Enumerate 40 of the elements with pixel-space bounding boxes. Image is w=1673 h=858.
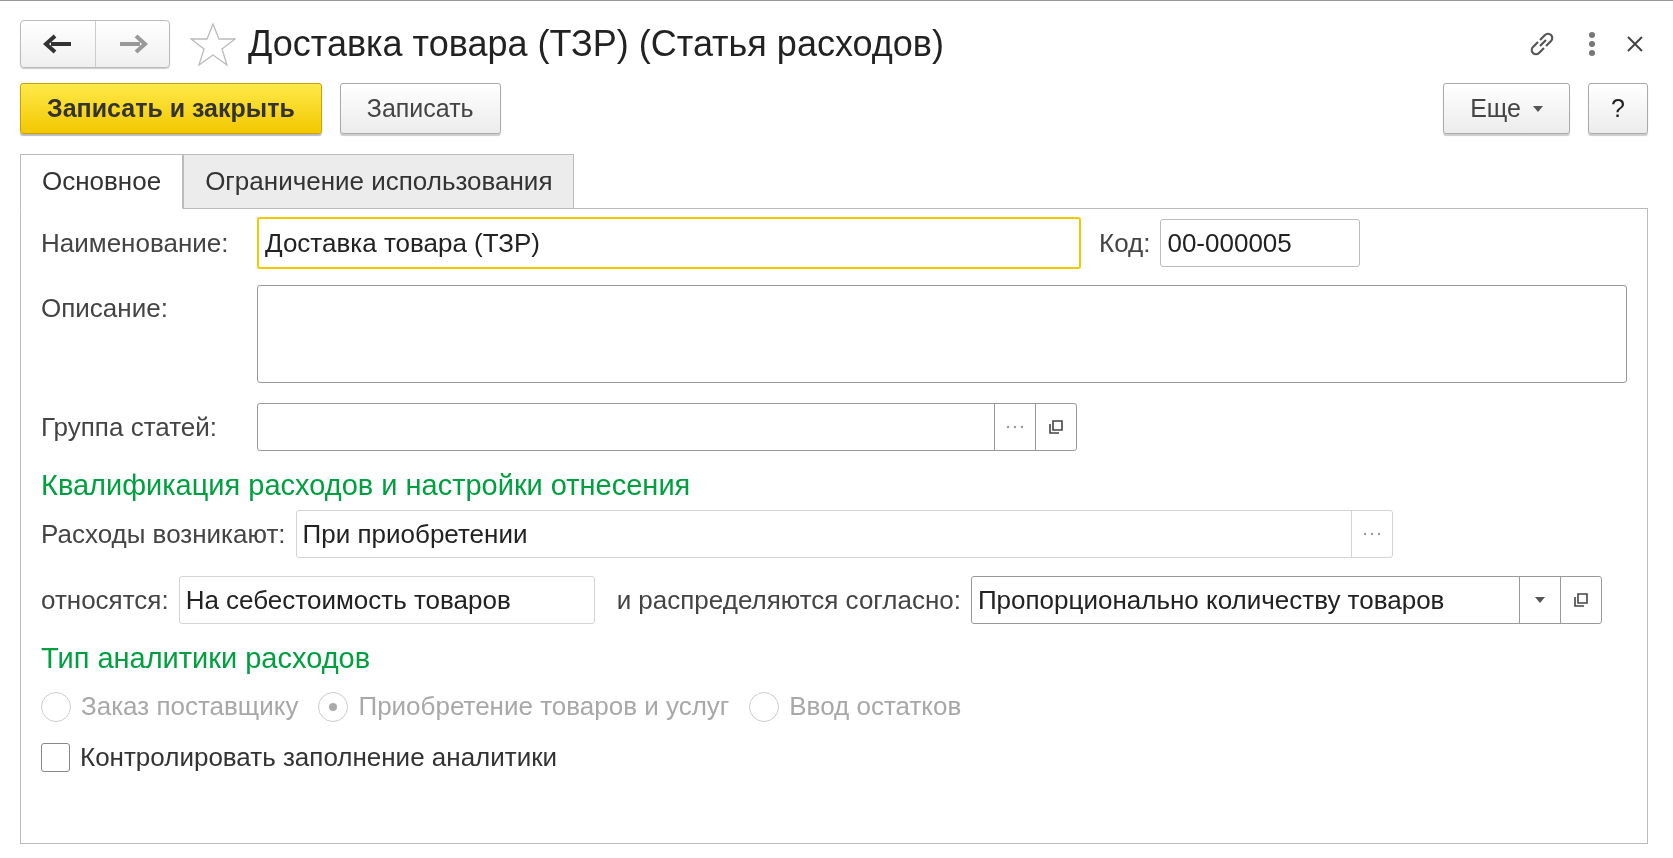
save-and-close-button[interactable]: Записать и закрыть: [20, 83, 322, 134]
input-field[interactable]: [257, 403, 1077, 451]
radio-label: Заказ поставщику: [81, 691, 299, 722]
open-window-icon: [1571, 591, 1590, 609]
arrow-right-icon: [117, 34, 148, 54]
section-heading: Квалификация расходов и настройки отнесения: [41, 469, 692, 502]
save-button[interactable]: Записать: [339, 83, 501, 134]
field-value: При приобретении: [302, 518, 528, 550]
checkbox-label: Контролировать заполнение аналитики: [80, 742, 558, 773]
input-field[interactable]: Доставка товара (ТЗР): [257, 217, 1081, 269]
caret-icon: [1533, 105, 1543, 112]
field-label: Код:: [1099, 227, 1151, 259]
field-label: и распределяются согласно:: [616, 584, 961, 616]
tab[interactable]: Ограничение использования: [183, 154, 575, 209]
radio-label: Приобретение товаров и услуг: [358, 691, 730, 722]
more-vertical-icon: [1588, 32, 1596, 56]
more-button[interactable]: Еще: [1443, 83, 1570, 134]
input-field[interactable]: 00-000005: [1160, 219, 1361, 267]
star-icon[interactable]: [190, 22, 236, 66]
open-window-icon: [1047, 418, 1065, 436]
ellipsis-icon: [1362, 532, 1381, 536]
window-title: Доставка товара (ТЗР) (Статья расходов): [248, 23, 944, 65]
arrow-left-icon: [43, 34, 73, 54]
field-label: Описание:: [41, 293, 169, 324]
field-label: Расходы возникают:: [41, 518, 286, 550]
dropdown-field[interactable]: Пропорционально количеству товаров: [970, 576, 1602, 624]
input-field[interactable]: На себестоимость товаров: [178, 576, 595, 624]
radio-label: Ввод остатков: [789, 691, 962, 722]
close-icon: [1626, 35, 1644, 53]
field-label: Наименование:: [41, 227, 230, 259]
ellipsis-icon: [1006, 425, 1024, 429]
tab[interactable]: Основное: [20, 154, 184, 209]
text-area[interactable]: [257, 285, 1627, 383]
field-label: относятся:: [41, 584, 169, 616]
field-value: Пропорционально количеству товаров: [977, 584, 1445, 616]
caret-icon: [1534, 597, 1545, 603]
checkbox[interactable]: [41, 743, 70, 772]
help-button[interactable]: ?: [1588, 83, 1648, 134]
section-heading: Тип аналитики расходов: [41, 642, 372, 675]
field-label: Группа статей:: [41, 411, 218, 443]
